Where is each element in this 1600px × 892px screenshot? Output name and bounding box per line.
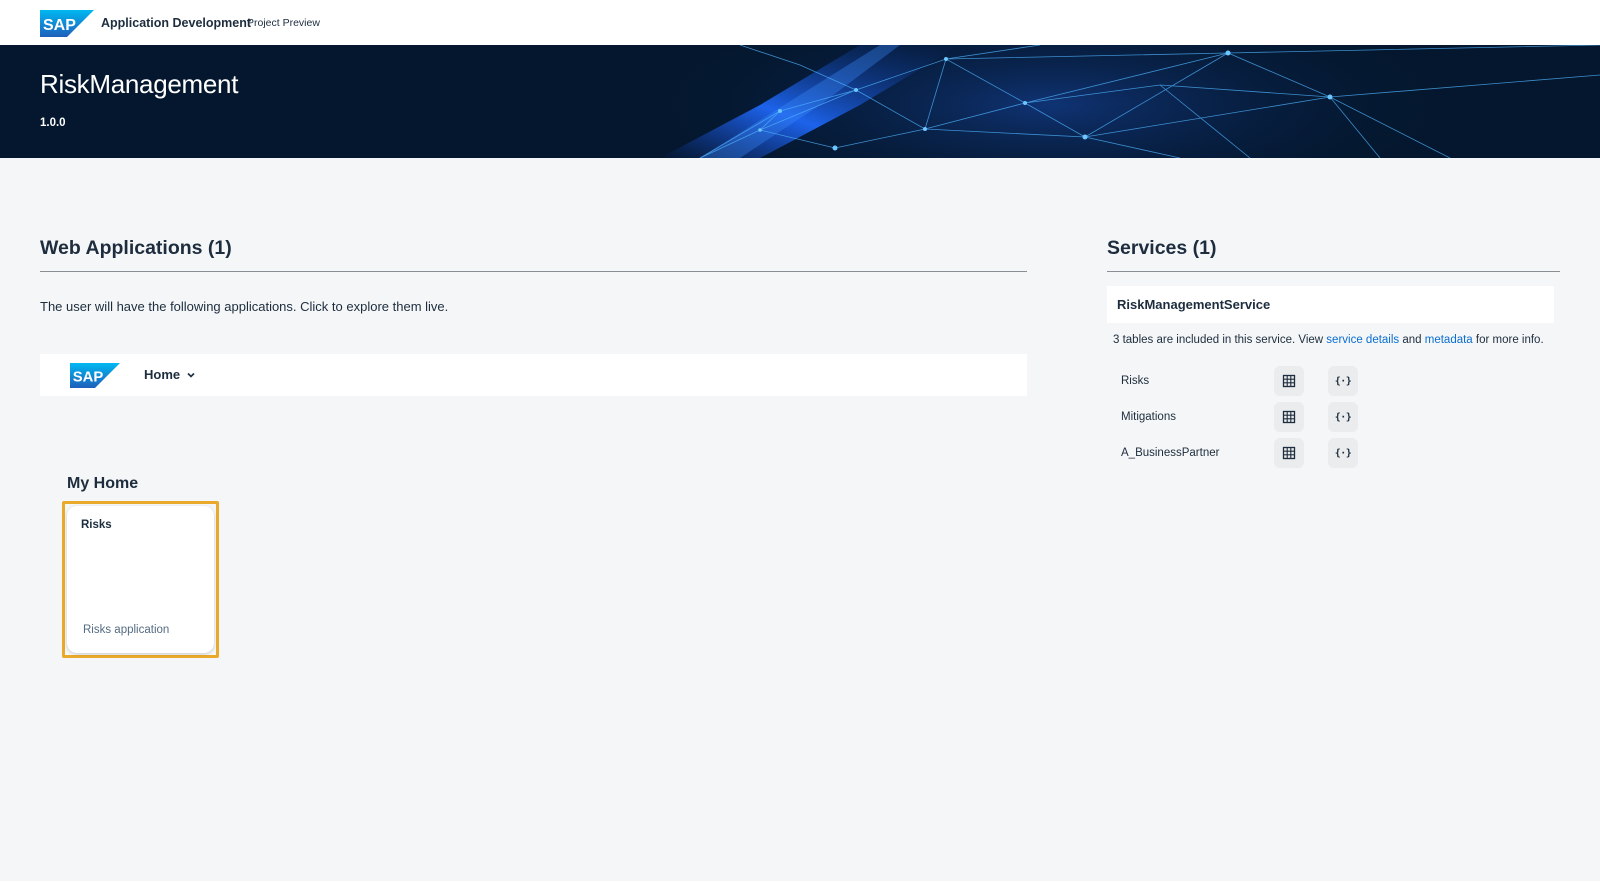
app-subtitle: Project Preview [247, 17, 320, 29]
service-desc-prefix: 3 tables are included in this service. V… [1113, 334, 1327, 346]
service-entity-row: Mitigations {·} [1107, 402, 1358, 432]
tile-subtitle: Risks application [83, 624, 170, 636]
code-icon: {·} [1334, 411, 1352, 423]
sap-logo[interactable]: SAP [70, 363, 120, 388]
table-icon [1282, 446, 1296, 460]
metadata-link[interactable]: metadata [1425, 334, 1473, 346]
service-desc-mid: and [1399, 334, 1425, 346]
code-icon: {·} [1334, 447, 1352, 459]
network-background-image [630, 45, 1600, 158]
web-applications-description: The user will have the following applica… [40, 299, 449, 314]
chevron-down-icon [187, 372, 195, 378]
web-applications-divider [40, 271, 1027, 272]
open-json-button[interactable]: {·} [1328, 402, 1358, 432]
code-icon: {·} [1334, 375, 1352, 387]
web-applications-heading: Web Applications (1) [40, 237, 232, 259]
entity-name: A_BusinessPartner [1121, 447, 1220, 459]
service-name: RiskManagementService [1117, 297, 1271, 312]
table-icon [1282, 374, 1296, 388]
open-table-button[interactable] [1274, 438, 1304, 468]
home-menu-button[interactable]: Home [144, 367, 196, 382]
project-version: 1.0.0 [40, 117, 66, 129]
launchpad-preview-header: SAP Home [40, 354, 1027, 396]
open-json-button[interactable]: {·} [1328, 438, 1358, 468]
open-table-button[interactable] [1274, 402, 1304, 432]
service-entity-row: A_BusinessPartner {·} [1107, 438, 1358, 468]
main-content: Web Applications (1) The user will have … [0, 158, 1600, 881]
home-menu-label: Home [144, 367, 181, 382]
service-description: 3 tables are included in this service. V… [1113, 334, 1544, 346]
service-details-link[interactable]: service details [1326, 334, 1399, 346]
services-divider [1107, 271, 1560, 272]
open-json-button[interactable]: {·} [1328, 366, 1358, 396]
open-table-button[interactable] [1274, 366, 1304, 396]
group-title: My Home [67, 475, 139, 492]
app-tile-risks[interactable]: Risks Risks application [67, 506, 214, 653]
service-desc-suffix: for more info. [1472, 334, 1544, 346]
svg-text:SAP: SAP [73, 370, 104, 386]
service-card: RiskManagementService [1107, 286, 1554, 323]
table-icon [1282, 410, 1296, 424]
sap-logo[interactable]: SAP [40, 10, 94, 37]
entity-name: Mitigations [1121, 411, 1176, 423]
tile-title: Risks [81, 519, 112, 531]
project-banner: RiskManagement 1.0.0 [0, 45, 1600, 158]
app-title: Application Development [101, 16, 252, 30]
service-entity-row: Risks {·} [1107, 366, 1358, 396]
svg-text:SAP: SAP [43, 17, 76, 34]
shell-bar: SAP Application Development Project Prev… [0, 0, 1600, 45]
services-heading: Services (1) [1107, 237, 1217, 259]
project-title: RiskManagement [40, 69, 239, 99]
entity-name: Risks [1121, 375, 1150, 387]
